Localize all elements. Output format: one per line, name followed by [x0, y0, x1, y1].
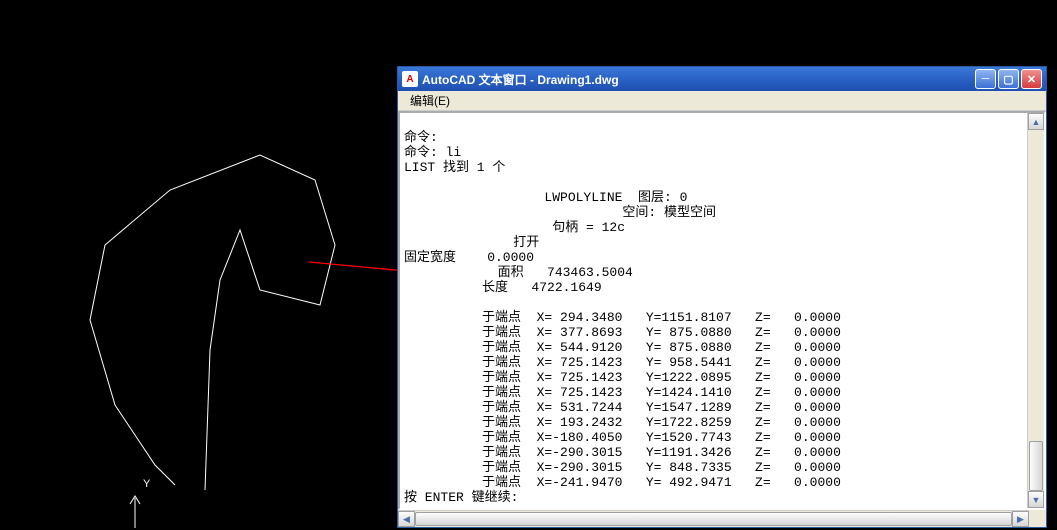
scroll-down-button[interactable]: ▼: [1028, 491, 1044, 508]
list-result: LIST 找到 1 个: [404, 160, 505, 175]
vertex-row: 于端点 X= 193.2432 Y=1722.8259 Z= 0.0000: [404, 415, 841, 430]
entity-space: 空间: 模型空间: [404, 205, 716, 220]
scroll-thumb[interactable]: [1029, 441, 1043, 491]
entity-handle: 句柄 = 12c: [404, 220, 625, 235]
scroll-left-button[interactable]: ◀: [398, 511, 415, 527]
cmd-line: 命令:: [404, 130, 438, 145]
autocad-text-window: A AutoCAD 文本窗口 - Drawing1.dwg ─ ▢ ✕ 编辑(E…: [397, 66, 1047, 528]
vertex-row: 于端点 X= 725.1423 Y=1222.0895 Z= 0.0000: [404, 370, 841, 385]
app-icon: A: [402, 71, 418, 87]
area-value: 面积 743463.5004: [404, 265, 633, 280]
window-title: AutoCAD 文本窗口 - Drawing1.dwg: [422, 71, 975, 88]
entity-open: 打开: [404, 235, 539, 250]
vertex-row: 于端点 X=-290.3015 Y=1191.3426 Z= 0.0000: [404, 445, 841, 460]
maximize-button[interactable]: ▢: [998, 69, 1019, 89]
close-button[interactable]: ✕: [1021, 69, 1042, 89]
menubar: 编辑(E): [398, 91, 1046, 111]
menu-edit[interactable]: 编辑(E): [404, 91, 456, 110]
vertex-row: 于端点 X= 377.8693 Y= 875.0880 Z= 0.0000: [404, 325, 841, 340]
ucs-y-axis: [120, 490, 150, 530]
enter-prompt: 按 ENTER 键继续:: [404, 490, 518, 505]
vertex-row: 于端点 X=-180.4050 Y=1520.7743 Z= 0.0000: [404, 430, 841, 445]
scroll-thumb-h[interactable]: [415, 512, 1012, 526]
scroll-up-button[interactable]: ▲: [1028, 113, 1044, 130]
scrollbar-horizontal[interactable]: ◀ ▶: [398, 510, 1029, 527]
titlebar[interactable]: A AutoCAD 文本窗口 - Drawing1.dwg ─ ▢ ✕: [398, 67, 1046, 91]
polyline-shape: [60, 150, 370, 510]
vertex-row: 于端点 X= 725.1423 Y=1424.1410 Z= 0.0000: [404, 385, 841, 400]
minimize-button[interactable]: ─: [975, 69, 996, 89]
polyline-path: [90, 155, 335, 490]
terminal-output[interactable]: 命令: 命令: li LIST 找到 1 个 LWPOLYLINE 图层: 0 …: [400, 113, 1027, 508]
cmd-line: 命令: li: [404, 145, 461, 160]
length-value: 长度 4722.1649: [404, 280, 602, 295]
scroll-track-h[interactable]: [415, 511, 1012, 527]
vertex-row: 于端点 X=-290.3015 Y= 848.7335 Z= 0.0000: [404, 460, 841, 475]
vertex-row: 于端点 X= 725.1423 Y= 958.5441 Z= 0.0000: [404, 355, 841, 370]
scroll-track[interactable]: [1028, 130, 1044, 491]
scrollbar-vertical[interactable]: ▲ ▼: [1027, 113, 1044, 508]
vertex-row: 于端点 X= 294.3480 Y=1151.8107 Z= 0.0000: [404, 310, 841, 325]
vertex-row: 于端点 X= 544.9120 Y= 875.0880 Z= 0.0000: [404, 340, 841, 355]
vertex-row: 于端点 X= 531.7244 Y=1547.1289 Z= 0.0000: [404, 400, 841, 415]
ucs-y-label: Y: [143, 478, 150, 490]
entity-type: LWPOLYLINE 图层: 0: [404, 190, 687, 205]
scroll-right-button[interactable]: ▶: [1012, 511, 1029, 527]
vertex-row: 于端点 X=-241.9470 Y= 492.9471 Z= 0.0000: [404, 475, 841, 490]
scrollbar-corner: [1029, 510, 1046, 527]
terminal-area: 命令: 命令: li LIST 找到 1 个 LWPOLYLINE 图层: 0 …: [398, 111, 1046, 510]
fixed-width: 固定宽度 0.0000: [404, 250, 534, 265]
